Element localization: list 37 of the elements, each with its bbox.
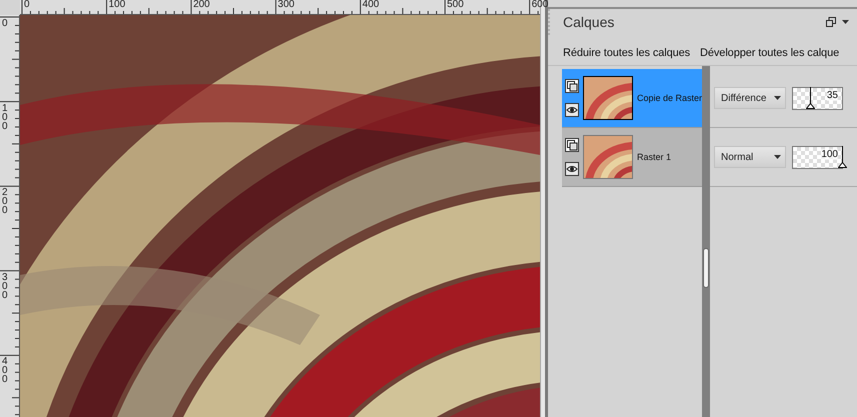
toolbar-link[interactable]: Réduire toutes les calques (563, 41, 690, 65)
mask-icon[interactable] (565, 138, 579, 152)
caret-icon (774, 96, 781, 100)
ruler-label: 500 (447, 0, 464, 10)
panel-title: Calques (563, 14, 616, 30)
eye-icon[interactable] (565, 162, 579, 176)
layer-thumbnail (583, 76, 633, 120)
opacity-value: 35 (826, 90, 838, 100)
ruler-label: 100 (2, 104, 9, 131)
ruler-label: 300 (278, 0, 294, 10)
layer-row[interactable]: Copie de Raster (562, 69, 702, 128)
ruler-label: 600 (532, 0, 548, 10)
opacity-value: 100 (821, 148, 838, 160)
caret-icon (774, 155, 781, 159)
layer-name: Copie de Raster (636, 93, 702, 103)
opacity-slider[interactable]: 35 (792, 86, 843, 110)
layer-row[interactable]: Raster 1 (562, 128, 702, 187)
restore-icon[interactable] (826, 17, 836, 27)
toolbar-link[interactable]: Développer toutes les calque (700, 41, 840, 65)
ruler-label: 300 (2, 272, 9, 300)
ruler-label: 400 (2, 357, 9, 384)
ruler-label: 0 (24, 0, 30, 10)
layer-name: Raster 1 (637, 152, 672, 162)
blend-mode-dropdown[interactable]: Différence (714, 87, 786, 109)
caret-icon[interactable] (842, 20, 849, 24)
ruler-label: 200 (193, 0, 210, 10)
slider-thumb[interactable] (806, 86, 816, 108)
ruler-label: 200 (2, 188, 9, 216)
ruler-label: 0 (2, 19, 9, 28)
blend-mode-dropdown[interactable]: Normal (714, 146, 786, 168)
layer-thumbnail (583, 135, 633, 179)
scroll-thumb[interactable] (703, 248, 709, 288)
mask-icon[interactable] (565, 79, 579, 93)
slider-thumb[interactable] (838, 146, 847, 168)
ruler-label: 100 (108, 0, 126, 10)
ruler-label: 400 (362, 0, 380, 10)
eye-icon[interactable] (565, 103, 579, 117)
